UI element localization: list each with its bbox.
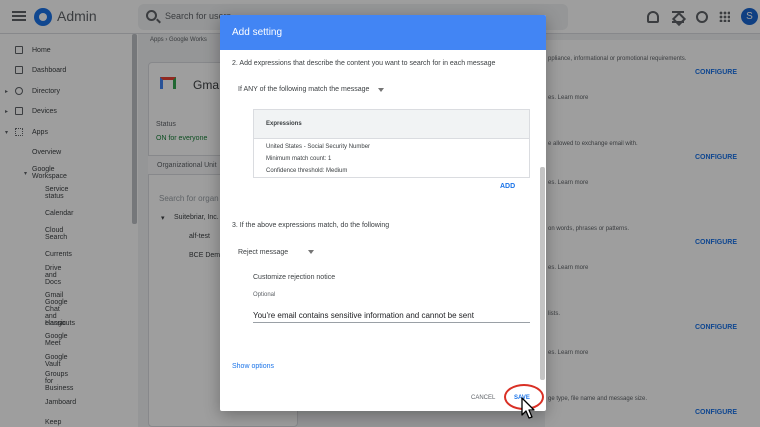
action-dropdown[interactable]: Reject message [238,249,288,256]
expression-item: Confidence threshold: Medium [266,168,348,174]
expression-item[interactable]: United States - Social Security Number [266,144,370,150]
expressions-header-label: Expressions [266,121,302,127]
mouse-cursor-icon [521,397,535,419]
expressions-table-header: Expressions [254,110,529,139]
optional-label: Optional [253,292,276,298]
dropdown-caret-icon[interactable] [378,88,384,92]
dialog-header: Add setting [220,15,546,50]
expression-item: Minimum match count: 1 [266,156,332,162]
expressions-table: Expressions United States - Social Secur… [253,109,530,178]
show-options-link[interactable]: Show options [232,363,274,370]
rejection-notice-input[interactable]: You're email contains sensitive informat… [253,311,530,323]
match-dropdown[interactable]: If ANY of the following match the messag… [238,86,369,93]
add-expression-button[interactable]: ADD [500,183,515,190]
dropdown-caret-icon[interactable] [308,250,314,254]
dialog-scrollbar[interactable] [540,167,545,380]
cancel-button[interactable]: CANCEL [471,395,495,401]
add-setting-dialog: Add setting 2. Add expressions that desc… [220,15,546,411]
dialog-title: Add setting [232,27,283,38]
step3-label: 3. If the above expressions match, do th… [232,222,390,229]
step2-label: 2. Add expressions that describe the con… [232,60,496,67]
customize-rejection-label: Customize rejection notice [253,274,336,281]
